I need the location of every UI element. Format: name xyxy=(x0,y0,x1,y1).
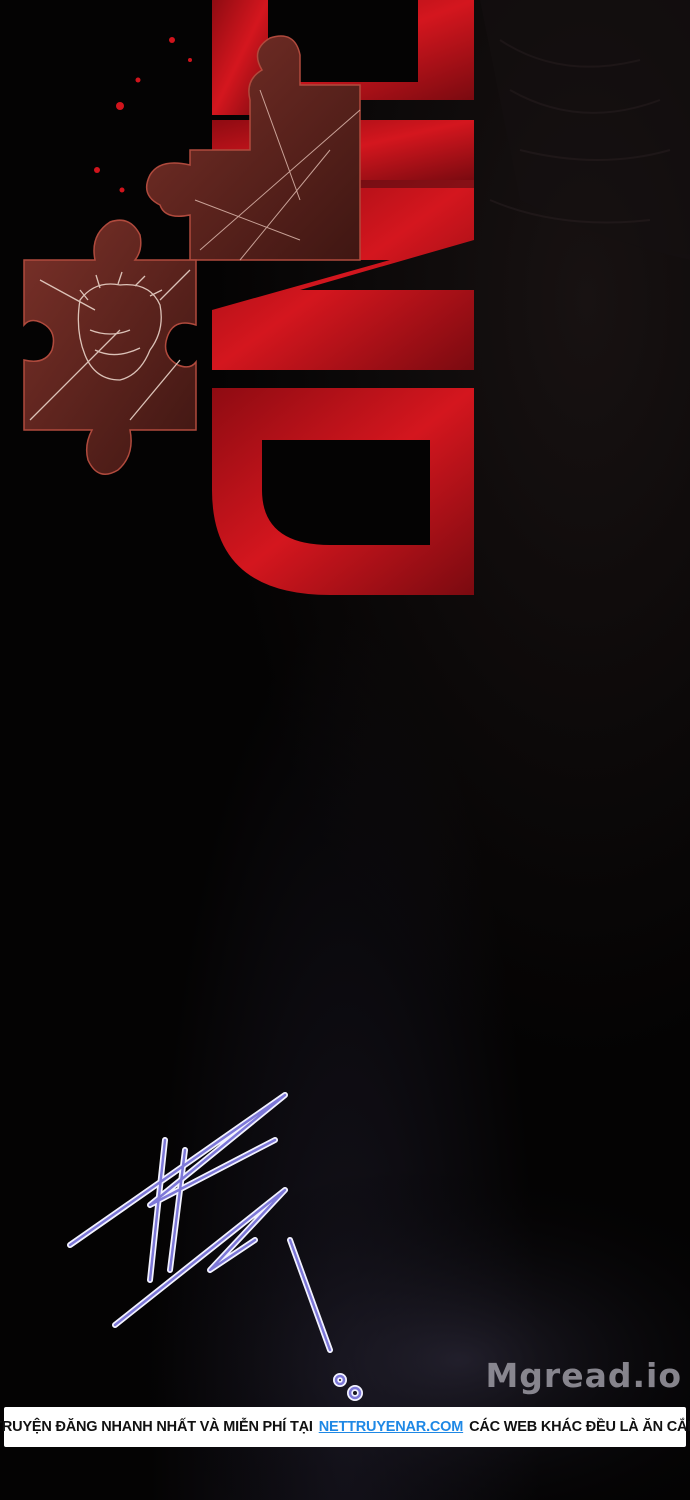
puzzle-piece-character xyxy=(23,219,197,475)
dark-texture xyxy=(480,0,690,260)
promo-banner: TRUYỆN ĐĂNG NHANH NHẤT VÀ MIỄN PHÍ TẠI N… xyxy=(0,1407,690,1447)
mgread-watermark: Mgread.io xyxy=(485,1356,682,1395)
banner-site-link[interactable]: NETTRUYENAR.COM xyxy=(319,1419,464,1435)
banner-text-before: TRUYỆN ĐĂNG NHANH NHẤT VÀ MIỄN PHÍ TẠI xyxy=(0,1419,313,1435)
end-artwork xyxy=(23,0,690,1500)
banner-text-after: CÁC WEB KHÁC ĐỀU LÀ ĂN CẮP xyxy=(469,1419,690,1435)
d-counter xyxy=(262,440,430,545)
bottom-glow xyxy=(100,1160,690,1500)
comic-page: Mgread.io TRUYỆN ĐĂNG NHANH NHẤT VÀ MIỄN… xyxy=(0,0,690,1500)
